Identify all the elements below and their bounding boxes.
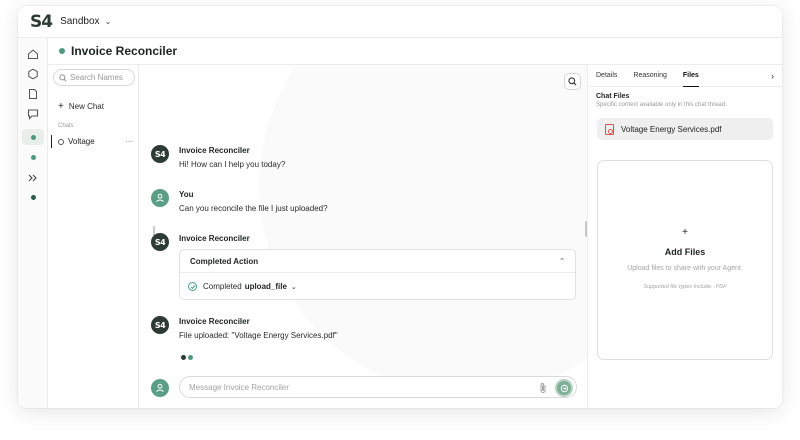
action-name: upload_file bbox=[244, 282, 287, 291]
circle-icon bbox=[58, 138, 64, 145]
agent-title-bar: Invoice Reconciler bbox=[48, 38, 782, 65]
message-sender: You bbox=[179, 190, 194, 199]
message-sender: Invoice Reconciler bbox=[179, 146, 250, 155]
search-box bbox=[53, 69, 135, 86]
tab-files[interactable]: Files bbox=[682, 65, 699, 87]
action-card-title: Completed Action bbox=[190, 256, 259, 266]
search-icon bbox=[568, 77, 577, 86]
user-avatar bbox=[151, 379, 169, 397]
chat-thread: S4 Invoice Reconciler Hi! How can I help… bbox=[139, 65, 587, 408]
dropzone-supported-types: Supported file types include: .PDF bbox=[643, 284, 727, 290]
page-title: Invoice Reconciler bbox=[71, 44, 178, 58]
search-icon bbox=[59, 73, 67, 82]
agent-dot-icon[interactable] bbox=[31, 135, 36, 140]
new-chat-button[interactable]: + New Chat bbox=[58, 101, 104, 112]
message-input[interactable] bbox=[189, 382, 529, 392]
paperclip-icon[interactable] bbox=[538, 382, 548, 394]
chevron-right-icon[interactable]: › bbox=[771, 71, 774, 81]
message-text: Hi! How can I help you today? bbox=[179, 160, 286, 169]
message-text: Can you reconcile the file I just upload… bbox=[179, 204, 328, 213]
right-panel-tabs: Details Reasoning Files › bbox=[588, 65, 782, 87]
app-window: S4 Sandbox ⌄ Invoice Reconciler Search N… bbox=[18, 6, 782, 408]
dropzone-title: Add Files bbox=[664, 247, 706, 257]
agent-avatar: S4 bbox=[151, 316, 169, 334]
status-dot-icon bbox=[59, 48, 65, 54]
typing-indicator bbox=[181, 355, 195, 360]
chat-item-voltage[interactable]: Voltage ··· bbox=[51, 135, 137, 148]
chats-section-label: Chats bbox=[58, 123, 74, 129]
double-chevron-right-icon[interactable] bbox=[27, 172, 39, 184]
chevron-up-icon[interactable]: ⌃ bbox=[559, 257, 565, 265]
typing-dot bbox=[181, 355, 186, 360]
tab-reasoning[interactable]: Reasoning bbox=[633, 65, 666, 87]
message-input-box bbox=[179, 376, 577, 398]
chat-files-title: Chat Files bbox=[596, 93, 630, 100]
message-sender: Invoice Reconciler bbox=[179, 234, 250, 243]
completed-action-card: Completed Action ⌃ Completed upload_file… bbox=[179, 249, 576, 300]
action-card-header[interactable]: Completed Action ⌃ bbox=[180, 250, 575, 273]
agent-avatar: S4 bbox=[151, 145, 169, 163]
agent-avatar: S4 bbox=[151, 233, 169, 251]
chat-bubble-icon[interactable] bbox=[27, 108, 39, 120]
chat-files-subtitle: Specific context available only in this … bbox=[596, 102, 727, 108]
check-circle-icon bbox=[188, 282, 197, 291]
hexagon-icon[interactable] bbox=[27, 68, 39, 80]
chevron-down-icon[interactable]: ⌄ bbox=[105, 17, 112, 26]
message-composer bbox=[151, 375, 581, 401]
thread-search-button[interactable] bbox=[564, 73, 581, 90]
pdf-file-icon bbox=[605, 123, 614, 135]
chats-sidebar: + New Chat Chats Voltage ··· bbox=[48, 65, 139, 408]
action-row[interactable]: Completed upload_file ⌄ bbox=[180, 273, 575, 300]
send-icon bbox=[560, 384, 568, 392]
send-button[interactable] bbox=[555, 379, 573, 397]
plus-icon: + bbox=[682, 227, 688, 238]
agent-dot-icon[interactable] bbox=[31, 195, 36, 200]
message-sender: Invoice Reconciler bbox=[179, 317, 250, 326]
file-name: Voltage Energy Services.pdf bbox=[621, 124, 722, 134]
message-text: File uploaded: "Voltage Energy Services.… bbox=[179, 331, 338, 340]
top-bar: S4 Sandbox ⌄ bbox=[18, 6, 782, 38]
document-icon[interactable] bbox=[27, 88, 39, 100]
plus-icon: + bbox=[58, 101, 64, 112]
background-decoration bbox=[259, 65, 587, 395]
chevron-down-icon[interactable]: ⌄ bbox=[291, 283, 297, 291]
typing-dot bbox=[188, 355, 193, 360]
user-icon bbox=[156, 383, 164, 393]
brand-logo[interactable]: S4 bbox=[30, 12, 53, 32]
right-panel: Details Reasoning Files › Chat Files Spe… bbox=[587, 65, 782, 408]
file-item[interactable]: Voltage Energy Services.pdf bbox=[597, 118, 773, 140]
user-icon bbox=[156, 193, 164, 203]
dropzone-subtitle: Upload files to share with your Agent. bbox=[627, 265, 743, 272]
icon-rail bbox=[18, 38, 48, 408]
home-icon[interactable] bbox=[27, 48, 39, 60]
more-options-icon[interactable]: ··· bbox=[125, 137, 133, 146]
search-input[interactable] bbox=[70, 73, 132, 82]
file-dropzone[interactable]: + Add Files Upload files to share with y… bbox=[597, 160, 773, 360]
workspace-selector[interactable]: Sandbox bbox=[60, 16, 99, 27]
chat-item-label: Voltage bbox=[68, 137, 95, 146]
user-avatar bbox=[151, 189, 169, 207]
tab-details[interactable]: Details bbox=[596, 65, 617, 87]
agent-dot-icon[interactable] bbox=[31, 155, 36, 160]
new-chat-label: New Chat bbox=[68, 102, 104, 111]
action-status: Completed bbox=[203, 282, 242, 291]
